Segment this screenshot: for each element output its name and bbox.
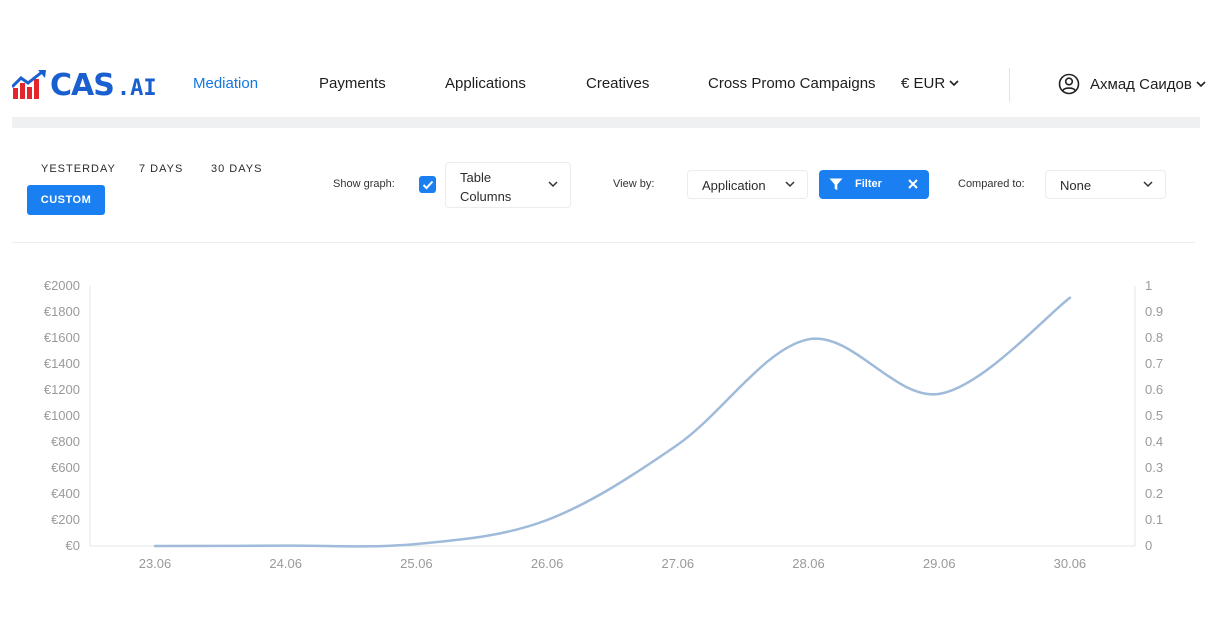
logo-text: CAS (50, 67, 115, 103)
x-tick-label: 28.06 (792, 556, 825, 571)
user-menu[interactable]: Ахмад Саидов (1058, 73, 1206, 95)
period-yesterday[interactable]: YESTERDAY (41, 163, 116, 175)
view-by-value: Application (702, 178, 766, 193)
y-left-tick-label: €800 (51, 434, 80, 449)
y-left-tick-label: €200 (51, 512, 80, 527)
y-right-tick-label: 0.7 (1145, 356, 1163, 371)
y-right-ticks: 0 0.1 0.2 0.3 0.4 0.5 0.6 0.7 0.8 0.9 1 (1145, 278, 1163, 553)
close-icon[interactable] (907, 178, 919, 190)
x-tick-label: 25.06 (400, 556, 433, 571)
chevron-down-icon (785, 180, 795, 187)
y-right-tick-label: 0.5 (1145, 408, 1163, 423)
nav-mediation[interactable]: Mediation (193, 75, 258, 92)
top-header: CAS .AI Mediation Payments Applications … (0, 55, 1213, 117)
series-group (153, 296, 1072, 548)
period-7-days[interactable]: 7 DAYS (139, 163, 183, 175)
show-graph-label: Show graph: (333, 178, 395, 190)
y-left-tick-label: €400 (51, 486, 80, 501)
view-by-label: View by: (613, 178, 655, 190)
header-divider (1009, 68, 1010, 102)
y-right-tick-label: 0.2 (1145, 486, 1163, 501)
nav-cross-promo-campaigns[interactable]: Cross Promo Campaigns (708, 75, 876, 92)
y-left-tick-label: €600 (51, 460, 80, 475)
table-columns-select[interactable]: Table Columns (445, 162, 571, 208)
compared-to-value: None (1060, 178, 1092, 193)
revenue-chart: €0 €200 €400 €600 €800 €1000 €1200 €1400 €1600 €1… (44, 278, 1163, 571)
check-icon (422, 180, 433, 189)
logo-suffix: .AI (116, 75, 157, 101)
x-tick-label: 29.06 (923, 556, 956, 571)
y-right-tick-label: 0.6 (1145, 382, 1163, 397)
compared-to-select[interactable]: None (1045, 170, 1166, 199)
chevron-down-icon (548, 181, 558, 188)
user-name: Ахмад Саидов (1090, 75, 1192, 93)
y-right-tick-label: 0.3 (1145, 460, 1163, 475)
period-30-days[interactable]: 30 DAYS (211, 163, 262, 175)
y-left-tick-label: €1800 (44, 304, 80, 319)
y-right-tick-label: 0.9 (1145, 304, 1163, 319)
x-tick-label: 26.06 (531, 556, 564, 571)
logo[interactable]: CAS .AI (12, 67, 157, 103)
chevron-down-icon (949, 80, 959, 87)
y-left-tick-label: €1600 (44, 330, 80, 345)
show-graph-checkbox[interactable] (419, 176, 436, 193)
filter-button[interactable]: Filter (819, 170, 929, 199)
filter-funnel-icon (829, 178, 843, 191)
header-bottom-band (12, 117, 1200, 128)
filter-label: Filter (855, 178, 882, 190)
currency-label: € EUR (901, 75, 946, 92)
nav-creatives[interactable]: Creatives (586, 75, 649, 92)
nav-applications[interactable]: Applications (445, 75, 526, 92)
toolbar-divider (12, 242, 1195, 243)
y-left-tick-label: €1000 (44, 408, 80, 423)
y-left-tick-label: €0 (66, 538, 80, 553)
x-tick-label: 30.06 (1054, 556, 1087, 571)
table-columns-label: Table Columns (460, 170, 512, 204)
view-by-select[interactable]: Application (687, 170, 808, 199)
y-left-tick-label: €1400 (44, 356, 80, 371)
x-tick-label: 23.06 (139, 556, 172, 571)
y-right-tick-label: 1 (1145, 278, 1152, 293)
custom-period-button[interactable]: CUSTOM (27, 185, 105, 215)
y-right-tick-label: 0 (1145, 538, 1152, 553)
chevron-down-icon (1196, 80, 1206, 87)
nav-payments[interactable]: Payments (319, 75, 386, 92)
x-tick-label: 27.06 (662, 556, 695, 571)
x-ticks: 23.06 24.06 25.06 26.06 27.06 28.06 29.06 30.06 (139, 556, 1086, 571)
currency-selector[interactable]: € EUR (901, 75, 959, 92)
y-left-tick-label: €1200 (44, 382, 80, 397)
chevron-down-icon (1143, 180, 1153, 187)
y-left-tick-label: €2000 (44, 278, 80, 293)
compared-to-label: Compared to: (958, 178, 1025, 190)
y-right-tick-label: 0.4 (1145, 434, 1163, 449)
y-right-tick-label: 0.8 (1145, 330, 1163, 345)
series-line (153, 296, 1072, 548)
y-left-ticks: €0 €200 €400 €600 €800 €1000 €1200 €1400 €1600 €1… (44, 278, 80, 553)
y-right-tick-label: 0.1 (1145, 512, 1163, 527)
user-avatar-icon (1058, 73, 1080, 95)
logo-chart-icon (12, 70, 46, 99)
x-tick-label: 24.06 (269, 556, 302, 571)
